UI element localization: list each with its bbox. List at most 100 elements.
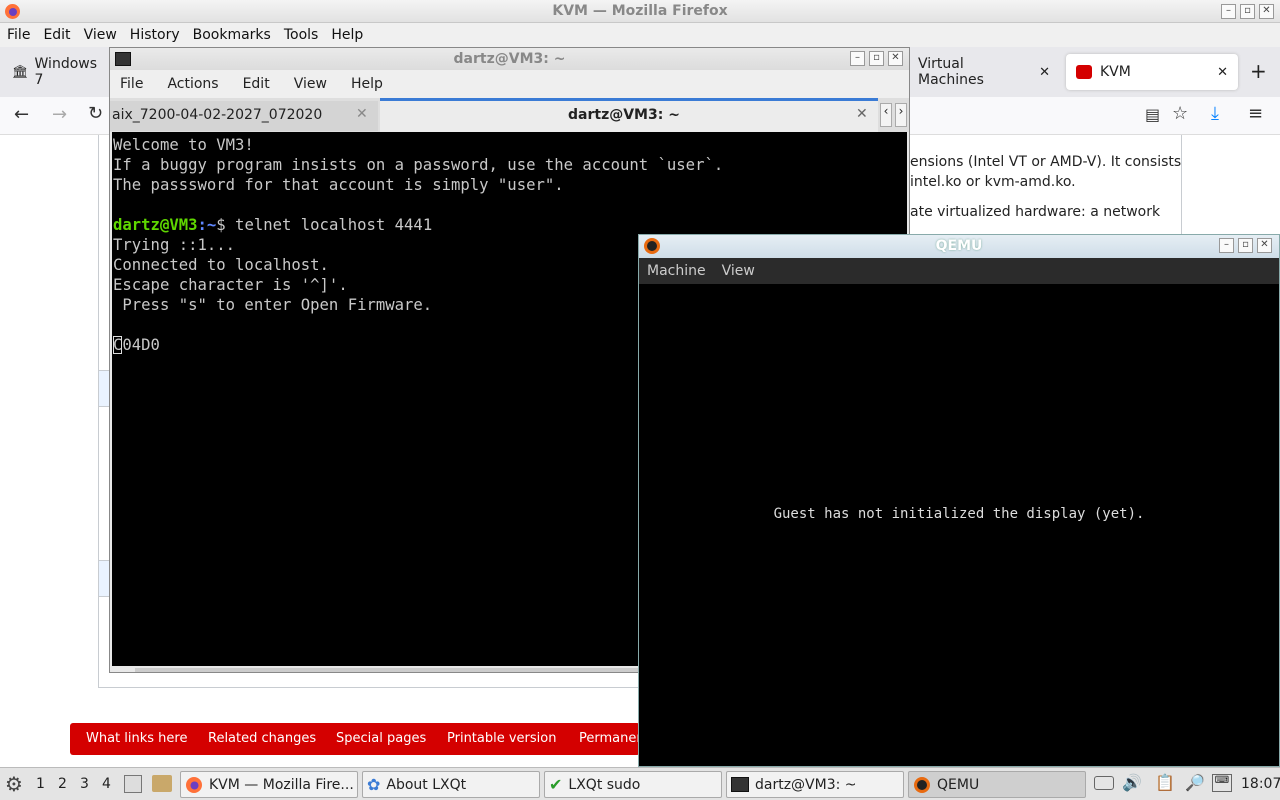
qemu-window-title: QEMU <box>935 238 983 254</box>
page-text-line: ensions (Intel VT or AMD-V). It consists <box>910 154 1182 170</box>
footer-nav: What links here Related changes Special … <box>70 723 640 755</box>
reader-view-icon[interactable]: ▤ <box>1145 105 1160 124</box>
download-icon[interactable]: ⤓ <box>1211 103 1219 124</box>
task-lxqt-sudo[interactable]: ✔ LXQt sudo <box>544 771 722 798</box>
volume-icon[interactable]: 🔊 <box>1122 773 1142 792</box>
menu-view[interactable]: View <box>722 263 755 279</box>
chevron-left-icon[interactable]: ‹ <box>880 103 892 127</box>
page-text-line: ate virtualized hardware: a network <box>910 204 1161 220</box>
footer-link[interactable]: Permanen <box>579 731 640 746</box>
tab-label: Windows 7 <box>34 56 98 88</box>
clipboard-icon[interactable]: 📋 <box>1155 773 1175 792</box>
task-qemu[interactable]: QEMU <box>908 771 1086 798</box>
menu-history[interactable]: History <box>130 27 180 43</box>
menu-actions[interactable]: Actions <box>167 76 218 92</box>
qemu-display-message: Guest has not initialized the display (y… <box>773 506 1145 522</box>
task-label: dartz@VM3: ~ <box>755 776 857 793</box>
maximize-button[interactable]: ▫ <box>1240 4 1255 19</box>
firefox-icon <box>186 776 202 793</box>
close-button[interactable]: ✕ <box>888 51 903 66</box>
close-button[interactable]: ✕ <box>1257 238 1272 253</box>
close-icon[interactable]: ✕ <box>1217 65 1228 80</box>
prompt-command: $ telnet localhost 4441 <box>216 216 433 234</box>
close-button[interactable]: ✕ <box>1259 4 1274 19</box>
tab-aix[interactable]: aix_7200-04-02-2027_072020 ✕ <box>110 101 378 131</box>
prompt-line: dartz@VM3:~$ telnet localhost 4441 <box>113 215 907 235</box>
desktop-1[interactable]: 1 <box>36 776 45 792</box>
minimize-button[interactable]: – <box>850 51 865 66</box>
task-label: QEMU <box>937 776 980 793</box>
page-text-line: intel.ko or kvm-amd.ko. <box>910 174 1076 190</box>
qemu-icon <box>914 776 930 793</box>
footer-link[interactable]: Related changes <box>208 731 316 746</box>
task-about-lxqt[interactable]: ✿ About LXQt <box>362 771 540 798</box>
hamburger-menu-icon[interactable]: ≡ <box>1248 103 1263 124</box>
close-icon[interactable]: ✕ <box>856 106 868 122</box>
menu-help[interactable]: Help <box>351 76 383 92</box>
minimize-button[interactable]: – <box>1219 238 1234 253</box>
task-label: KVM — Mozilla Fire... <box>209 776 354 793</box>
terminal-line: Welcome to VM3! <box>113 136 254 154</box>
menu-help[interactable]: Help <box>331 27 363 43</box>
tab-dartz-vm3[interactable]: dartz@VM3: ~ ✕ <box>380 98 878 132</box>
file-manager-icon[interactable] <box>152 775 172 792</box>
menu-machine[interactable]: Machine <box>647 263 706 279</box>
menu-edit[interactable]: Edit <box>243 76 270 92</box>
terminal-titlebar: dartz@VM3: ~ – ▫ ✕ <box>110 48 909 70</box>
lxqt-icon: ✿ <box>367 775 381 794</box>
new-tab-button[interactable]: + <box>1250 59 1267 83</box>
menu-file[interactable]: File <box>120 76 143 92</box>
terminal-menubar: File Actions Edit View Help <box>110 70 909 98</box>
prompt-user: dartz@VM3 <box>113 216 198 234</box>
tab-virtual-machines[interactable]: Virtual Machines ✕ <box>908 54 1060 90</box>
chevron-right-icon[interactable]: › <box>895 103 907 127</box>
text-cursor <box>113 336 122 354</box>
start-menu-icon[interactable]: ⚙ <box>5 772 23 796</box>
tab-kvm[interactable]: KVM ✕ <box>1066 54 1238 90</box>
minimize-button[interactable]: – <box>1221 4 1236 19</box>
terminal-line: The passsword for that account is simply… <box>113 176 564 194</box>
tab-windows-7[interactable]: 🏛 Windows 7 <box>2 54 112 90</box>
desktop-3[interactable]: 3 <box>80 776 89 792</box>
menu-file[interactable]: File <box>7 27 30 43</box>
close-icon[interactable]: ✕ <box>356 106 368 122</box>
keyboard-layout-icon[interactable]: ⌨ <box>1212 774 1232 792</box>
drive-icon[interactable] <box>1094 776 1114 790</box>
qemu-titlebar: QEMU – ▫ ✕ <box>639 235 1279 258</box>
reload-icon[interactable]: ↻ <box>88 103 103 124</box>
shield-check-icon: ✔ <box>549 775 563 794</box>
maximize-button[interactable]: ▫ <box>1238 238 1253 253</box>
show-desktop-icon[interactable] <box>124 775 142 793</box>
task-terminal[interactable]: dartz@VM3: ~ <box>726 771 904 798</box>
tab-label: Virtual Machines <box>918 56 984 88</box>
terminal-line: If a buggy program insists on a password… <box>113 156 724 174</box>
redhat-icon <box>1076 65 1092 79</box>
firefox-menubar: File Edit View History Bookmarks Tools H… <box>0 23 1280 47</box>
menu-tools[interactable]: Tools <box>284 27 319 43</box>
firefox-window-title: KVM — Mozilla Firefox <box>552 3 728 19</box>
firefox-titlebar: KVM — Mozilla Firefox – ▫ ✕ <box>0 0 1280 23</box>
footer-link[interactable]: What links here <box>86 731 187 746</box>
bookmark-star-icon[interactable]: ☆ <box>1172 103 1188 124</box>
menu-bookmarks[interactable]: Bookmarks <box>193 27 271 43</box>
menu-view[interactable]: View <box>294 76 327 92</box>
qemu-window: QEMU – ▫ ✕ Machine View Guest has not in… <box>638 234 1280 767</box>
prompt-path: :~ <box>197 216 217 234</box>
taskbar: ⚙ 1 2 3 4 KVM — Mozilla Fire... ✿ About … <box>0 767 1280 800</box>
forward-arrow-icon[interactable]: → <box>52 104 67 125</box>
menu-view[interactable]: View <box>84 27 117 43</box>
tab-label: dartz@VM3: ~ <box>568 107 680 123</box>
back-arrow-icon[interactable]: ← <box>14 104 29 125</box>
menu-edit[interactable]: Edit <box>43 27 70 43</box>
task-label: About LXQt <box>386 776 467 793</box>
desktop-2[interactable]: 2 <box>58 776 67 792</box>
terminal-icon <box>731 777 749 792</box>
footer-link[interactable]: Special pages <box>336 731 426 746</box>
search-icon[interactable]: 🔎 <box>1185 773 1205 792</box>
qemu-menubar: Machine View <box>639 258 1279 284</box>
close-icon[interactable]: ✕ <box>1039 65 1050 80</box>
desktop-4[interactable]: 4 <box>102 776 111 792</box>
task-firefox[interactable]: KVM — Mozilla Fire... <box>180 771 358 798</box>
footer-link[interactable]: Printable version <box>447 731 556 746</box>
maximize-button[interactable]: ▫ <box>869 51 884 66</box>
